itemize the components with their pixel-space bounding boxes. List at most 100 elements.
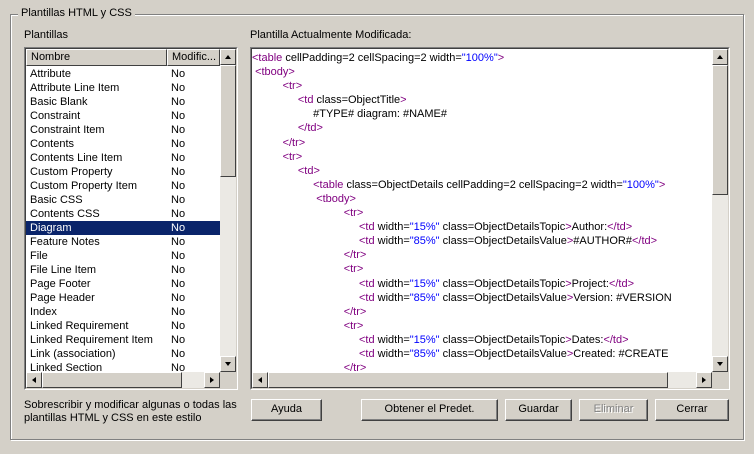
list-item-name: Constraint (30, 110, 81, 122)
code-line: <tr> (343, 319, 364, 332)
description-line-2: plantillas HTML y CSS en este estilo (24, 412, 202, 424)
templates-label: Plantillas (24, 29, 69, 41)
scroll-down-button[interactable] (220, 356, 236, 372)
help-button[interactable]: Ayuda (251, 399, 322, 421)
list-item-modified: No (171, 110, 186, 122)
scroll-up-button[interactable] (220, 49, 236, 65)
code-line: <td class=ObjectTitle> (297, 94, 407, 107)
arrow-left-icon (32, 377, 36, 383)
list-item-modified: No (171, 334, 186, 346)
list-header: Nombre Modific... (26, 49, 220, 66)
list-item[interactable]: Contents Line Item No (26, 151, 220, 165)
list-item[interactable]: Index No (26, 305, 220, 319)
list-item-name: Constraint Item (30, 124, 105, 136)
list-item[interactable]: Linked Requirement No (26, 319, 220, 333)
list-rows: Attribute No Attribute Line Item No Basic Bl… (26, 67, 220, 372)
editor-scroll-thumb[interactable] (712, 65, 728, 195)
code-line: <td width="85%" class=ObjectDetailsValue… (358, 347, 669, 360)
arrow-up-icon (225, 55, 231, 59)
list-item-modified: No (171, 194, 186, 206)
editor-scroll-down-button[interactable] (712, 356, 728, 372)
list-item-modified: No (171, 348, 186, 360)
list-item-name: Feature Notes (30, 236, 100, 248)
description-line-1: Sobrescribir y modificar algunas o todas… (24, 399, 237, 411)
editor-vertical-scrollbar[interactable] (712, 49, 728, 372)
list-item-modified: No (171, 166, 186, 178)
arrow-down-icon (717, 362, 723, 366)
list-item-name: Index (30, 306, 57, 318)
list-item-modified: No (171, 250, 186, 262)
code-line: <tr> (282, 80, 303, 93)
code-area[interactable]: <table cellPadding=2 cellSpacing=2 width… (252, 49, 712, 372)
list-hscroll-thumb[interactable] (42, 372, 182, 388)
code-line: </td> (297, 122, 323, 135)
list-item-name: Page Footer (30, 278, 91, 290)
list-item-name: Linked Requirement Item (30, 334, 153, 346)
list-item[interactable]: File No (26, 249, 220, 263)
close-button[interactable]: Cerrar (655, 399, 729, 421)
list-item[interactable]: Diagram No (26, 221, 220, 235)
list-item-name: File Line Item (30, 264, 97, 276)
get-default-button[interactable]: Obtener el Predet. (361, 399, 498, 421)
list-item[interactable]: Basic CSS No (26, 193, 220, 207)
arrow-down-icon (225, 362, 231, 366)
column-header-modified[interactable]: Modific... (167, 49, 220, 66)
list-item-name: Diagram (30, 222, 72, 234)
list-item-modified: No (171, 124, 186, 136)
code-line: <td width="85%" class=ObjectDetailsValue… (358, 291, 672, 304)
list-item[interactable]: Linked Section No (26, 361, 220, 372)
list-item-modified: No (171, 306, 186, 318)
scroll-left-button[interactable] (26, 372, 42, 388)
list-item-name: File (30, 250, 48, 262)
code-line: #TYPE# diagram: #NAME# (252, 108, 448, 121)
list-item-name: Link (association) (30, 348, 116, 360)
list-item-name: Basic Blank (30, 96, 88, 108)
list-item[interactable]: Custom Property No (26, 165, 220, 179)
editor-scroll-up-button[interactable] (712, 49, 728, 65)
column-header-name[interactable]: Nombre (26, 49, 167, 66)
arrow-up-icon (717, 55, 723, 59)
save-button[interactable]: Guardar (505, 399, 572, 421)
list-item-modified: No (171, 96, 186, 108)
scroll-right-button[interactable] (204, 372, 220, 388)
list-horizontal-scrollbar[interactable] (26, 372, 220, 388)
editor-hscroll-thumb[interactable] (268, 372, 668, 388)
code-line: </tr> (343, 362, 367, 372)
list-item-name: Attribute (30, 68, 71, 80)
list-item[interactable]: Linked Requirement Item No (26, 333, 220, 347)
list-item[interactable]: File Line Item No (26, 263, 220, 277)
group-title: Plantillas HTML y CSS (18, 7, 135, 19)
list-scroll-thumb[interactable] (220, 65, 236, 177)
list-item-name: Attribute Line Item (30, 82, 120, 94)
templates-list[interactable]: Nombre Modific... Attribute No Attribute L… (24, 47, 238, 390)
code-line: <td width="85%" class=ObjectDetailsValue… (358, 235, 658, 248)
list-vertical-scrollbar[interactable] (220, 49, 236, 372)
editor-scroll-right-button[interactable] (696, 372, 712, 388)
list-item-name: Contents CSS (30, 208, 100, 220)
editor-horizontal-scrollbar[interactable] (252, 372, 712, 388)
list-item[interactable]: Page Header No (26, 291, 220, 305)
list-item[interactable]: Attribute No (26, 67, 220, 81)
list-item[interactable]: Contents CSS No (26, 207, 220, 221)
list-item[interactable]: Constraint No (26, 109, 220, 123)
template-code-editor[interactable]: <table cellPadding=2 cellSpacing=2 width… (250, 47, 730, 390)
list-item-name: Custom Property (30, 166, 113, 178)
list-item[interactable]: Contents No (26, 137, 220, 151)
list-item[interactable]: Constraint Item No (26, 123, 220, 137)
list-item-modified: No (171, 82, 186, 94)
code-line: <td> (297, 164, 320, 177)
list-item[interactable]: Basic Blank No (26, 95, 220, 109)
list-item-name: Page Header (30, 292, 95, 304)
list-item[interactable]: Link (association) No (26, 347, 220, 361)
editor-scroll-left-button[interactable] (252, 372, 268, 388)
list-item[interactable]: Custom Property Item No (26, 179, 220, 193)
list-item[interactable]: Page Footer No (26, 277, 220, 291)
code-line: <tr> (343, 263, 364, 276)
code-line: </tr> (343, 305, 367, 318)
list-item[interactable]: Feature Notes No (26, 235, 220, 249)
code-line: <tr> (282, 150, 303, 163)
code-line: <tbody> (255, 66, 295, 79)
scroll-corner (220, 372, 236, 388)
list-item[interactable]: Attribute Line Item No (26, 81, 220, 95)
arrow-right-icon (702, 377, 706, 383)
